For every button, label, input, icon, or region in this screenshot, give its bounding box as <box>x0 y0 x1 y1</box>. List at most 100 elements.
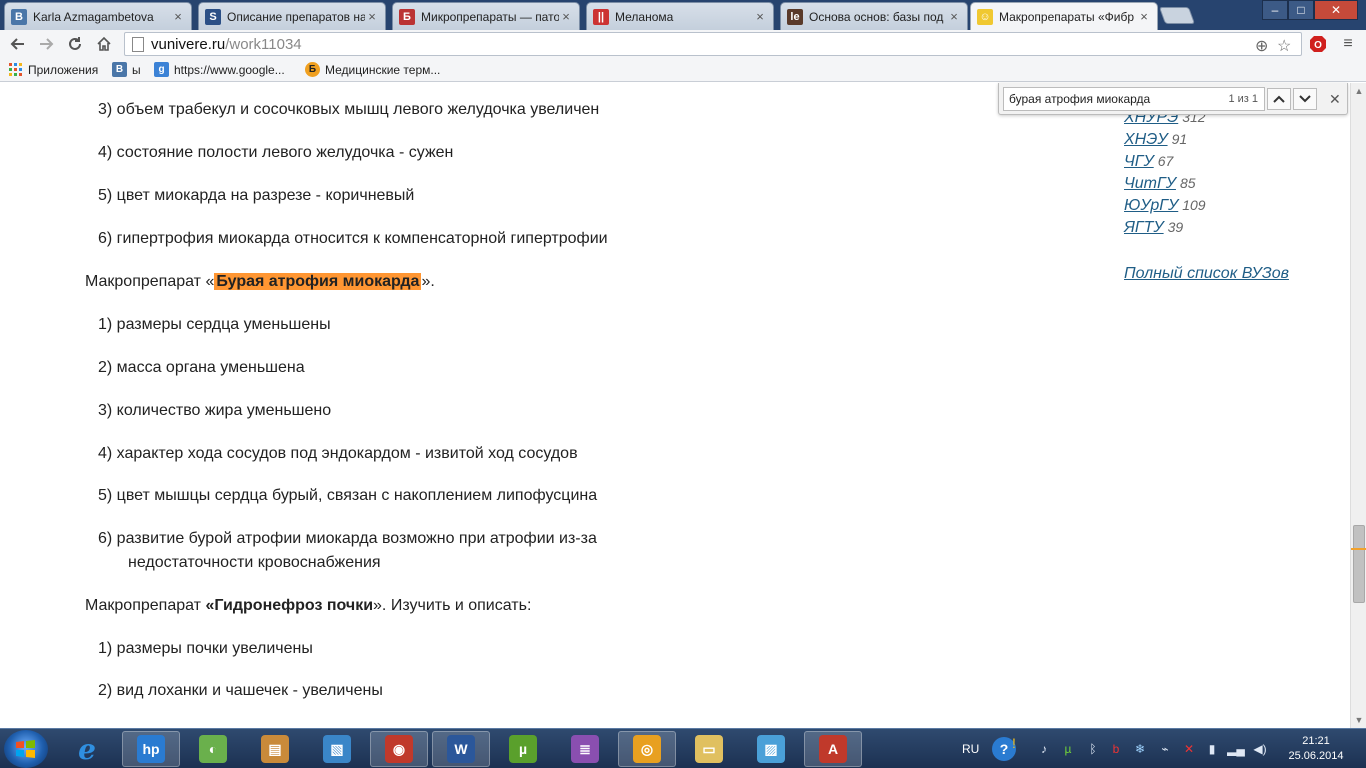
specimen-heading: Макропрепарат «Бурая атрофия миокарда». <box>85 273 435 291</box>
tab-title: Макропрепараты «Фибр <box>999 9 1135 24</box>
back-button[interactable] <box>6 32 30 56</box>
list-item: 6) гипертрофия миокарда относится к комп… <box>98 230 608 247</box>
university-link[interactable]: ЧитГУ <box>1124 175 1176 192</box>
taskbar-winrar-app[interactable]: ≣ <box>556 731 614 767</box>
utorrent-tray-icon[interactable]: µ <box>1060 741 1076 757</box>
hp-app-icon: hp <box>137 735 165 763</box>
tab-close-icon[interactable]: × <box>1137 9 1151 24</box>
find-input[interactable]: бурая атрофия миокарда 1 из 1 <box>1003 87 1265 111</box>
bookmark-medical-terms[interactable]: Б Медицинские терм... <box>305 62 440 77</box>
url-path: /work11034 <box>225 35 302 53</box>
find-close-button[interactable]: ✕ <box>1329 91 1341 108</box>
tray-clock[interactable]: 21:21 25.06.2014 <box>1283 734 1349 764</box>
university-link[interactable]: ХНЭУ <box>1124 131 1168 148</box>
tab-title: Основа основ: базы под <box>809 9 944 24</box>
scroll-up-arrow-icon[interactable]: ▲ <box>1351 83 1366 99</box>
list-item-continuation: недостаточности кровоснабжения <box>128 554 381 571</box>
bookmark-star-icon[interactable]: ☆ <box>1277 36 1291 56</box>
bookmark-apps[interactable]: Приложения <box>8 62 98 77</box>
taskbar-folder-app[interactable]: ▭ <box>680 731 738 767</box>
university-count: 67 <box>1157 153 1174 169</box>
word-app-icon: W <box>447 735 475 763</box>
scroll-down-arrow-icon[interactable]: ▼ <box>1351 712 1366 728</box>
list-item: 5) цвет миокарда на разрезе - коричневый <box>98 187 415 204</box>
language-indicator[interactable]: RU <box>962 729 979 768</box>
bookmark-google[interactable]: g https://www.google... <box>154 62 285 77</box>
forward-button[interactable] <box>34 32 58 56</box>
bluetooth-icon[interactable]: ᛒ <box>1085 741 1101 757</box>
page-content: 3) объем трабекул и сосочковых мышц лево… <box>0 83 1350 728</box>
bookmarks-bar: Приложения В ы g https://www.google... Б… <box>0 58 1366 82</box>
tab-close-icon[interactable]: × <box>947 9 961 24</box>
menu-icon[interactable]: ≡ <box>1337 34 1359 54</box>
taskbar-acrobat-app[interactable]: A <box>804 731 862 767</box>
university-item: ХНЭУ 91 <box>1124 131 1187 149</box>
heading-prefix: Макропрепарат « <box>85 273 215 290</box>
tab-close-icon[interactable]: × <box>559 9 573 24</box>
list-item: 1) размеры сердца уменьшены <box>98 316 331 333</box>
warning-icon[interactable]: ! <box>1006 735 1022 751</box>
browser-tab[interactable]: ☺ Макропрепараты «Фибр × <box>970 2 1158 30</box>
browser-tab[interactable]: S Описание препаратов на × <box>198 2 386 30</box>
find-count: 1 из 1 <box>1228 93 1258 105</box>
signal-bars-icon[interactable]: ▂▄ <box>1227 741 1245 757</box>
tab-close-icon[interactable]: × <box>753 9 767 24</box>
zoom-icon[interactable]: ⊕ <box>1255 36 1268 56</box>
site-icon: le <box>787 8 803 25</box>
window-close-button[interactable]: ✕ <box>1314 0 1358 20</box>
vk-icon: В <box>112 62 127 77</box>
bookmark-label: Медицинские терм... <box>325 62 441 77</box>
reload-button[interactable] <box>63 32 87 56</box>
taskbar-explorer-app[interactable]: ▤ <box>246 731 304 767</box>
taskbar-photo-app[interactable]: ▧ <box>308 731 366 767</box>
tab-strip: B Karla Azmagambetova × S Описание препарато… <box>0 0 1366 30</box>
university-link[interactable]: ЯГТУ <box>1124 219 1164 236</box>
browser-tab[interactable]: le Основа основ: базы под × <box>780 2 968 30</box>
media-app-icon: ◉ <box>385 735 413 763</box>
reload-icon <box>69 37 81 50</box>
bookmark-label: https://www.google... <box>174 62 285 77</box>
find-next-button[interactable] <box>1293 88 1317 110</box>
browser-toolbar: vunivere.ru/work11034 ⊕ ☆ O ≡ <box>0 30 1366 58</box>
taskbar-utorrent-app[interactable]: µ <box>494 731 552 767</box>
beats-icon[interactable]: b <box>1108 741 1124 757</box>
bookmark-label: Приложения <box>28 62 99 77</box>
battery-icon[interactable]: ▮ <box>1204 741 1220 757</box>
browser-tab[interactable]: B Karla Azmagambetova × <box>4 2 192 30</box>
browser-tab[interactable]: || Меланома × <box>586 2 774 30</box>
network-tray-icon[interactable]: ⌁ <box>1157 741 1173 757</box>
new-tab-button[interactable] <box>1158 7 1196 24</box>
taskbar-hp-app[interactable]: hp <box>122 731 180 767</box>
taskbar-word-app[interactable]: W <box>432 731 490 767</box>
taskbar-media-app[interactable]: ◉ <box>370 731 428 767</box>
taskbar-maps-app[interactable]: ◐ <box>184 731 242 767</box>
volume-icon[interactable]: ◀) <box>1252 741 1268 757</box>
bookmark-vk[interactable]: В ы <box>112 62 141 77</box>
browser-tab[interactable]: Б Микропрепараты — пато × <box>392 2 580 30</box>
tab-close-icon[interactable]: × <box>365 9 379 24</box>
snowflake-icon[interactable]: ❄ <box>1132 741 1148 757</box>
tab-close-icon[interactable]: × <box>171 9 185 24</box>
list-item: 3) количество жира уменьшено <box>98 402 332 419</box>
home-button[interactable] <box>92 32 116 56</box>
find-previous-button[interactable] <box>1267 88 1291 110</box>
minimize-button[interactable]: – <box>1262 0 1288 20</box>
full-universities-link[interactable]: Полный список ВУЗов <box>1124 265 1289 283</box>
adblock-extension-icon[interactable]: O <box>1307 34 1329 54</box>
maximize-button[interactable]: □ <box>1288 0 1314 20</box>
taskbar-paint-app[interactable]: ▨ <box>742 731 800 767</box>
university-count: 39 <box>1167 219 1184 235</box>
network-error-icon[interactable]: ✕ <box>1181 741 1197 757</box>
university-link[interactable]: ЮУрГУ <box>1124 197 1178 214</box>
taskbar-ie[interactable]: e <box>60 731 114 767</box>
scroll-thumb[interactable] <box>1353 525 1365 603</box>
bookmark-icon: || <box>593 8 609 25</box>
notification-bell-icon[interactable]: ♪ <box>1036 741 1052 757</box>
university-link[interactable]: ЧГУ <box>1124 153 1154 170</box>
vertical-scrollbar[interactable]: ▲ ▼ <box>1350 83 1366 728</box>
university-item: ЧГУ 67 <box>1124 153 1173 171</box>
taskbar-chrome-app[interactable]: ◎ <box>618 731 676 767</box>
address-bar[interactable]: vunivere.ru/work11034 ⊕ ☆ <box>124 32 1302 56</box>
university-count: 109 <box>1182 197 1206 213</box>
start-button[interactable] <box>4 730 48 768</box>
